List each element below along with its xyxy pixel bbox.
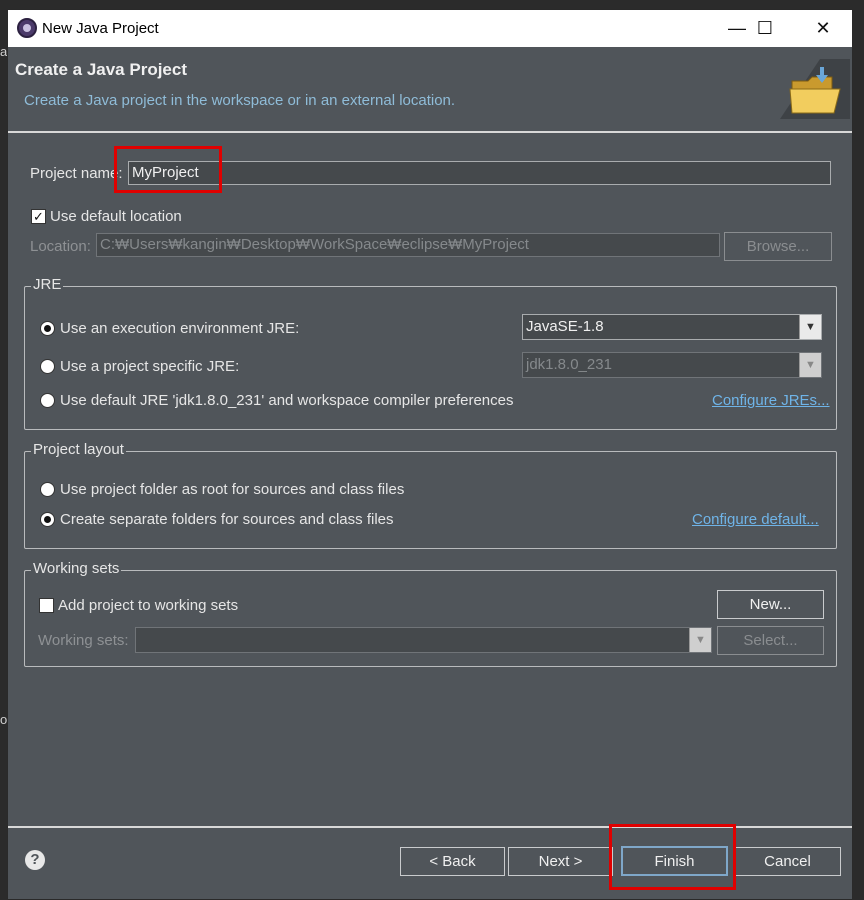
maximize-button[interactable]: ☐ — [736, 10, 794, 47]
layout-option-label: Create separate folders for sources and … — [60, 511, 394, 528]
new-working-set-button[interactable]: New... — [717, 590, 824, 619]
annotation-highlight-finish — [609, 824, 736, 890]
project-name-input[interactable]: MyProject — [128, 161, 831, 185]
layout-project-folder-radio[interactable] — [40, 482, 55, 497]
working-sets-group-title: Working sets — [31, 560, 122, 577]
jre-option-label: Use an execution environment JRE: — [60, 320, 300, 337]
location-input[interactable]: C:₩Users₩kangin₩Desktop₩WorkSpace₩eclips… — [96, 233, 720, 257]
use-default-location-label: Use default location — [50, 208, 182, 225]
jre-project-specific-radio[interactable] — [40, 359, 55, 374]
chevron-down-icon: ▼ — [799, 353, 821, 377]
back-button[interactable]: < Back — [400, 847, 505, 876]
next-button[interactable]: Next > — [508, 847, 613, 876]
project-specific-jre-select[interactable]: jdk1.8.0_231 ▼ — [522, 352, 822, 378]
browse-button[interactable]: Browse... — [724, 232, 832, 261]
help-icon[interactable]: ? — [25, 850, 45, 870]
select-working-set-button[interactable]: Select... — [717, 626, 824, 655]
jre-option-label: Use a project specific JRE: — [60, 358, 240, 375]
folder-icon — [780, 59, 850, 119]
eclipse-icon — [17, 18, 37, 38]
chevron-down-icon: ▼ — [689, 628, 711, 652]
jre-option-label: Use default JRE 'jdk1.8.0_231' and works… — [60, 392, 514, 409]
chevron-down-icon: ▼ — [799, 315, 821, 339]
jre-group-title: JRE — [31, 276, 64, 293]
working-sets-label: Working sets: — [38, 632, 129, 649]
title-bar: New Java Project — ☐ ✕ — [8, 10, 852, 47]
close-button[interactable]: ✕ — [794, 10, 852, 47]
annotation-highlight-project-name — [114, 146, 222, 193]
location-label: Location: — [30, 238, 91, 255]
execution-environment-select[interactable]: JavaSE-1.8 ▼ — [522, 314, 822, 340]
wizard-description: Create a Java project in the workspace o… — [24, 92, 456, 109]
project-layout-group-title: Project layout — [31, 441, 126, 458]
add-to-working-sets-label: Add project to working sets — [58, 597, 239, 614]
layout-separate-folders-radio[interactable] — [40, 512, 55, 527]
window-title: New Java Project — [42, 20, 159, 37]
cancel-button[interactable]: Cancel — [734, 847, 841, 876]
configure-jres-link[interactable]: Configure JREs... — [712, 392, 830, 409]
use-default-location-checkbox[interactable]: ✓ — [31, 209, 46, 224]
configure-default-link[interactable]: Configure default... — [692, 511, 819, 528]
project-specific-jre-value: jdk1.8.0_231 — [526, 356, 612, 373]
header-separator — [8, 131, 852, 133]
project-layout-group: Project layout — [24, 441, 837, 549]
execution-environment-value: JavaSE-1.8 — [526, 318, 604, 335]
wizard-title: Create a Java Project — [15, 60, 187, 79]
jre-default-radio[interactable] — [40, 393, 55, 408]
jre-execution-environment-radio[interactable] — [40, 321, 55, 336]
add-to-working-sets-checkbox[interactable] — [39, 598, 54, 613]
working-sets-select[interactable]: ▼ — [135, 627, 712, 653]
layout-option-label: Use project folder as root for sources a… — [60, 481, 405, 498]
wizard-header: Create a Java Project Create a Java proj… — [8, 47, 852, 131]
new-java-project-dialog: New Java Project — ☐ ✕ Create a Java Pro… — [7, 9, 853, 900]
project-name-label: Project name: — [30, 165, 123, 182]
